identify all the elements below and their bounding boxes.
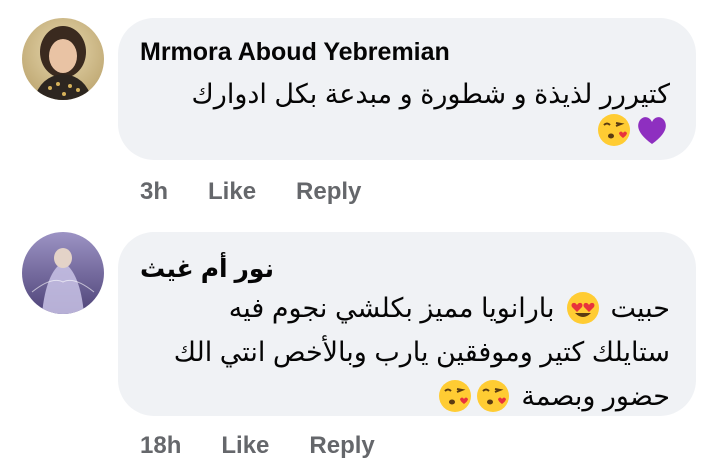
comment-1: Mrmora Aboud Yebremian كتيررر لذيذة و شط… (0, 0, 720, 220)
comment-emojis (437, 378, 511, 414)
comment-bubble: Mrmora Aboud Yebremian كتيررر لذيذة و شط… (118, 18, 696, 160)
reply-button[interactable]: Reply (296, 178, 361, 206)
purple-heart-emoji (638, 117, 666, 144)
comment-author[interactable]: Mrmora Aboud Yebremian (140, 38, 450, 67)
comment-timestamp[interactable]: 18h (140, 432, 181, 460)
avatar[interactable] (22, 18, 104, 100)
like-button[interactable]: Like (208, 178, 256, 206)
comment-text-line-3: حضور وبصمة (437, 374, 670, 418)
heart-eyes-emoji (566, 292, 599, 324)
comment-text-line-1: حبيت بارانويا مميز بكلشي نجوم فيه (229, 286, 670, 330)
comment-text: بارانويا مميز بكلشي نجوم فيه (228, 293, 555, 323)
comment-author[interactable]: نور أم غيث (140, 254, 274, 284)
comment-2: نور أم غيث حبيت بارانويا مميز بكلشي نجوم… (0, 220, 720, 472)
kissing-heart-emoji (598, 114, 630, 146)
comment-actions: 18h Like Reply (140, 432, 375, 460)
comment-actions: 3h Like Reply (140, 178, 361, 206)
like-button[interactable]: Like (221, 432, 269, 460)
comment-text: كتيررر لذيذة و شطورة و مبدعة بكل ادوارك (191, 79, 670, 109)
comment-text: حبيت (610, 293, 671, 323)
comment-text: ستايلك كتير وموفقين يارب وبالأخص انتي ال… (173, 337, 670, 367)
kissing-heart-emoji (439, 380, 472, 412)
avatar-photo (22, 232, 104, 314)
avatar-photo (22, 18, 104, 100)
avatar[interactable] (22, 232, 104, 314)
comment-emojis (596, 112, 670, 148)
comment-bubble: نور أم غيث حبيت بارانويا مميز بكلشي نجوم… (118, 232, 696, 416)
comment-text: حضور وبصمة (521, 381, 670, 411)
reply-button[interactable]: Reply (309, 432, 374, 460)
comment-timestamp[interactable]: 3h (140, 178, 168, 206)
kissing-heart-emoji (477, 380, 510, 412)
